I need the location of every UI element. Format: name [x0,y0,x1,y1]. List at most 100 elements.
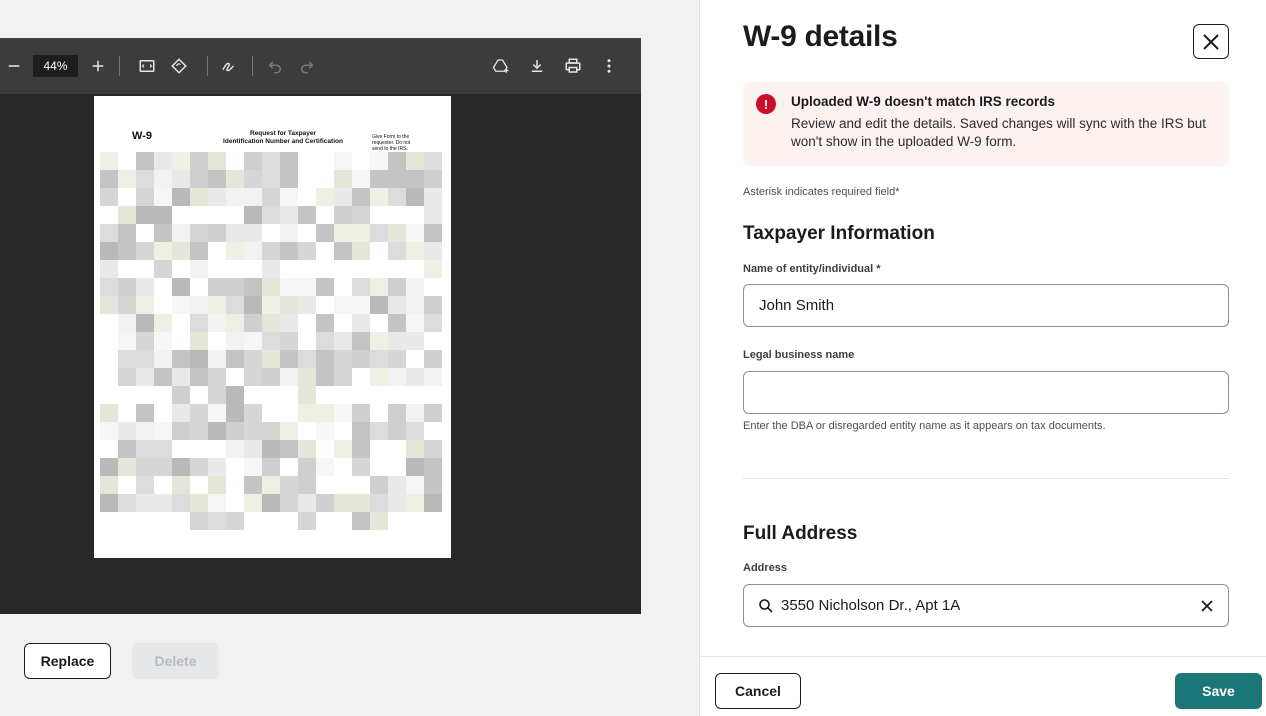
redaction-block [280,422,298,440]
address-section-title: Full Address [743,523,858,544]
redaction-block [190,494,208,512]
redaction-block [172,278,190,296]
redaction-block [100,170,118,188]
close-button[interactable] [1193,24,1229,59]
taxpayer-section-title: Taxpayer Information [743,223,935,244]
redaction-block [226,350,244,368]
redaction-block [118,494,136,512]
rotate-icon[interactable] [167,54,191,78]
redaction-block [388,278,406,296]
redaction-block [172,170,190,188]
redaction-block [208,152,226,170]
redaction-block [136,188,154,206]
redaction-block [208,350,226,368]
redaction-block [262,476,280,494]
redaction-block [334,404,352,422]
redaction-block [298,206,316,224]
redaction-block [370,368,388,386]
address-field[interactable]: 3550 Nicholson Dr., Apt 1A [743,584,1229,627]
app-root: 44% W-9 Request for Taxpayer Identificat… [0,0,1266,716]
redaction-block [316,368,334,386]
save-button[interactable]: Save [1175,673,1262,709]
redaction-block [208,278,226,296]
redaction-block [388,296,406,314]
redaction-block [298,440,316,458]
print-icon[interactable] [561,54,585,78]
redaction-block [100,152,118,170]
redaction-block [262,422,280,440]
redaction-block [208,458,226,476]
redaction-block [298,350,316,368]
pdf-toolbar: 44% [0,38,641,94]
download-icon[interactable] [525,54,549,78]
redo-icon[interactable] [295,54,319,78]
annotate-icon[interactable] [217,54,241,78]
redaction-block [406,152,424,170]
redaction-block [388,404,406,422]
redaction-block [190,296,208,314]
redaction-block [406,278,424,296]
redaction-block [226,386,244,404]
redaction-block [244,152,262,170]
legal-business-name-field[interactable] [743,371,1229,414]
redaction-block [406,242,424,260]
redaction-block [352,512,370,530]
redaction-block [280,494,298,512]
redaction-block [244,350,262,368]
toolbar-divider [119,56,120,76]
redaction-block [154,206,172,224]
redaction-block [136,314,154,332]
redaction-block [154,494,172,512]
redaction-block [118,422,136,440]
redaction-block [208,224,226,242]
redaction-block [352,404,370,422]
zoom-out-icon[interactable] [2,54,26,78]
redaction-block [190,422,208,440]
redaction-block [334,206,352,224]
cancel-button[interactable]: Cancel [715,673,801,709]
delete-button[interactable]: Delete [132,643,219,679]
redaction-block [262,152,280,170]
redaction-block [424,404,442,422]
redaction-block [118,350,136,368]
redaction-block [280,296,298,314]
name-field[interactable] [743,284,1229,327]
redaction-block [298,512,316,530]
redaction-block [298,386,316,404]
redaction-block [172,368,190,386]
zoom-level[interactable]: 44% [33,55,78,77]
redaction-block [208,422,226,440]
redaction-block [136,494,154,512]
redaction-block [406,368,424,386]
redaction-block [190,314,208,332]
clear-icon[interactable] [1199,598,1215,614]
redaction-block [100,476,118,494]
fit-page-icon[interactable] [135,54,159,78]
redaction-block [172,350,190,368]
more-icon[interactable] [597,54,621,78]
redaction-block [262,494,280,512]
redaction-block [244,278,262,296]
redaction-block [388,476,406,494]
redaction-block [100,404,118,422]
address-label: Address [743,562,788,574]
replace-button[interactable]: Replace [24,643,111,679]
redaction-block [154,242,172,260]
redaction-block [316,188,334,206]
redaction-block [370,350,388,368]
redaction-block [424,494,442,512]
redaction-block [406,494,424,512]
add-to-drive-icon[interactable] [489,54,513,78]
redaction-block [226,188,244,206]
redaction-block [100,458,118,476]
redaction-block [316,350,334,368]
redaction-block [172,296,190,314]
redaction-block [136,170,154,188]
legal-name-label: Legal business name [743,349,855,361]
undo-icon[interactable] [263,54,287,78]
redaction-block [388,188,406,206]
redaction-block [190,332,208,350]
zoom-in-icon[interactable] [86,54,110,78]
redaction-block [388,224,406,242]
redaction-block [262,278,280,296]
